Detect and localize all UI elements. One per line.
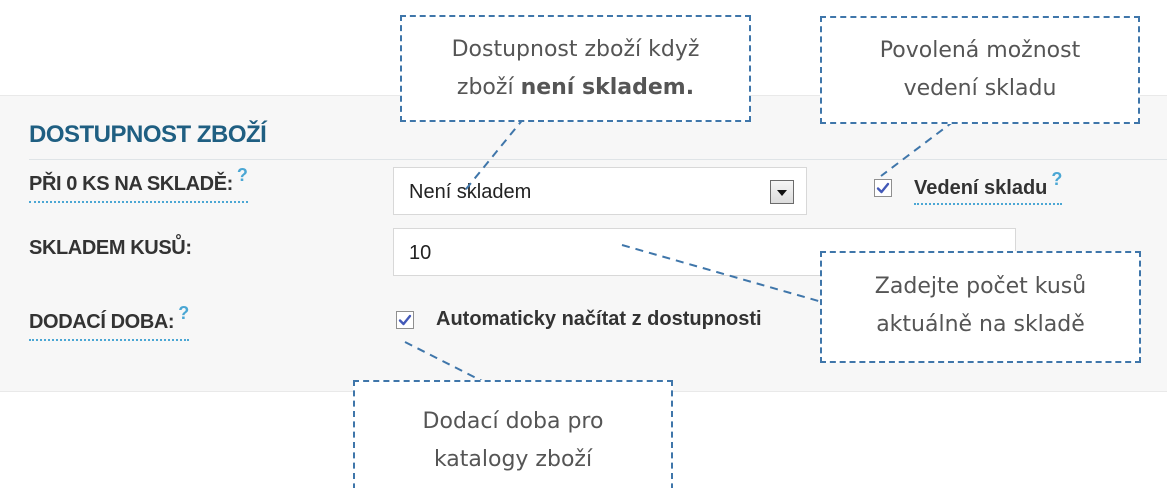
delivery-time-label: DODACÍ DOBA:? <box>29 304 189 341</box>
availability-callout-line-2-prefix: zboží <box>456 75 521 100</box>
stock-status-select[interactable]: Není skladem <box>393 167 807 215</box>
help-icon[interactable]: ? <box>237 166 248 184</box>
stock-count-callout-line-2: aktuálně na skladě <box>876 312 1085 337</box>
delivery-callout-text: Dodací doba pro katalogy zboží <box>355 403 671 479</box>
checkmark-icon <box>876 182 890 194</box>
availability-callout: Dostupnost zboží když zboží není skladem… <box>400 15 751 122</box>
section-title: DOSTUPNOST ZBOŽÍ <box>29 121 267 148</box>
inventory-callout-line-2: vedení skladu <box>903 76 1057 101</box>
help-icon[interactable]: ? <box>1051 170 1062 188</box>
inventory-callout-text: Povolená možnost vedení skladu <box>822 32 1138 108</box>
availability-callout-line-1: Dostupnost zboží když <box>451 37 700 62</box>
stock-count-label: SKLADEM KUSŮ: <box>29 237 192 259</box>
inventory-callout: Povolená možnost vedení skladu <box>820 16 1140 124</box>
stock-zero-label: PŘI 0 KS NA SKLADĚ:? <box>29 166 248 203</box>
availability-callout-line-2-bold: není skladem. <box>520 75 695 100</box>
stock-count-callout-text: Zadejte počet kusů aktuálně na skladě <box>822 268 1139 344</box>
stock-status-select-value: Není skladem <box>409 181 532 203</box>
stock-count-callout: Zadejte počet kusů aktuálně na skladě <box>820 251 1141 363</box>
auto-load-label[interactable]: Automaticky načítat z dostupnosti <box>436 305 762 333</box>
help-icon[interactable]: ? <box>178 304 189 322</box>
delivery-callout-line-2: katalogy zboží <box>433 447 593 472</box>
stock-zero-label-text: PŘI 0 KS NA SKLADĚ: <box>29 173 233 195</box>
auto-load-checkbox[interactable] <box>396 311 414 329</box>
inventory-callout-line-1: Povolená možnost <box>879 38 1081 63</box>
inventory-tracking-checkbox[interactable] <box>874 179 892 197</box>
product-availability-screen: DOSTUPNOST ZBOŽÍ PŘI 0 KS NA SKLADĚ:? Ne… <box>0 0 1167 488</box>
availability-callout-text: Dostupnost zboží když zboží není skladem… <box>402 31 749 107</box>
section-separator <box>29 159 1167 160</box>
delivery-callout-line-1: Dodací doba pro <box>422 409 604 434</box>
delivery-callout: Dodací doba pro katalogy zboží <box>353 380 673 488</box>
checkmark-icon <box>398 314 412 326</box>
inventory-tracking-label[interactable]: Vedení skladu? <box>914 170 1063 205</box>
chevron-down-icon[interactable] <box>770 180 794 204</box>
inventory-tracking-label-text: Vedení skladu <box>914 177 1048 199</box>
stock-count-callout-line-1: Zadejte počet kusů <box>874 274 1087 299</box>
delivery-time-label-text: DODACÍ DOBA: <box>29 311 175 333</box>
stock-count-value: 10 <box>409 242 432 264</box>
availability-callout-line-2: zboží není skladem. <box>402 69 749 107</box>
